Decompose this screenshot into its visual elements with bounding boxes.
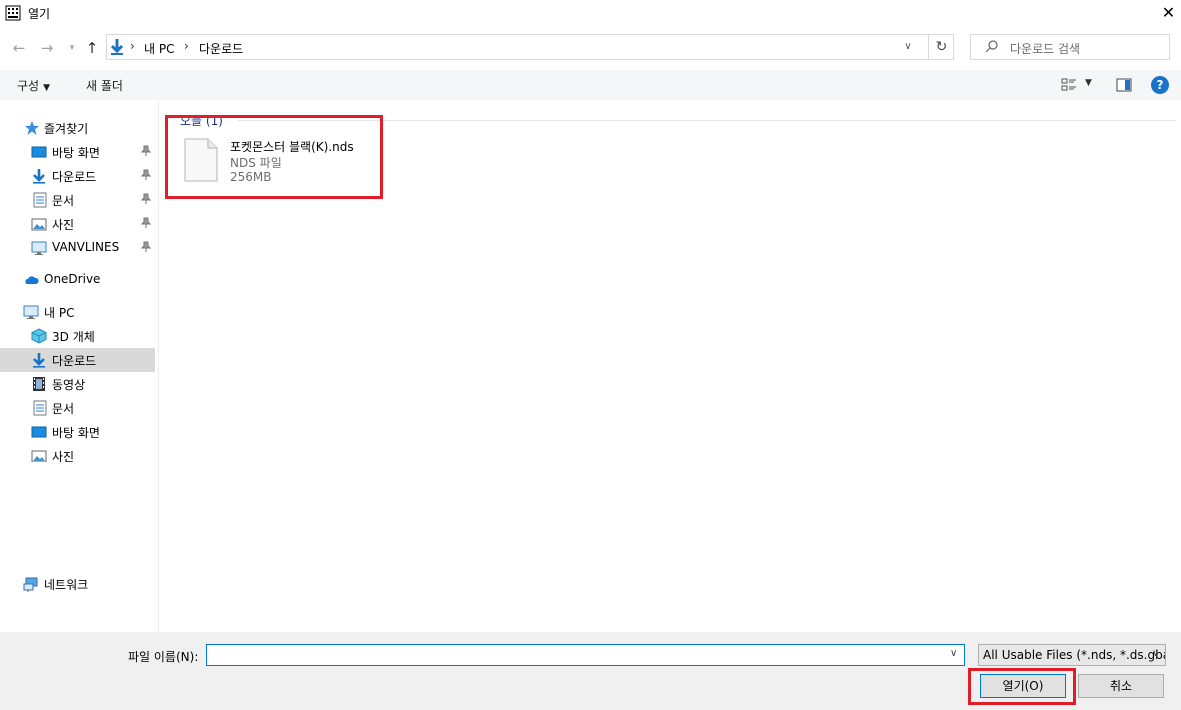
chevron-down-icon: ▼	[43, 83, 51, 93]
sidebar-item-label: 다운로드	[52, 354, 97, 368]
organize-label: 구성	[17, 79, 40, 93]
sidebar-item-desktop-pc[interactable]: 바탕 화면	[0, 420, 155, 444]
sidebar-item-pictures[interactable]: 사진	[0, 444, 155, 462]
up-arrow-icon[interactable]: ↑	[82, 38, 102, 58]
filename-label: 파일 이름(N):	[128, 650, 199, 664]
download-icon	[33, 169, 45, 184]
app-icon	[5, 5, 21, 21]
sidebar-item-label: 사진	[52, 218, 75, 232]
pin-icon[interactable]	[141, 193, 151, 205]
refresh-icon[interactable]: ↻	[928, 34, 954, 60]
sidebar-item-label: 바탕 화면	[52, 146, 100, 160]
open-button-highlight-box	[968, 668, 1076, 705]
filename-dropdown-chevron-icon[interactable]: ∨	[950, 648, 957, 659]
sidebar-item-downloads[interactable]: 다운로드	[0, 348, 155, 372]
star-icon	[25, 121, 39, 135]
pin-icon[interactable]	[141, 169, 151, 181]
sidebar-item-label: 3D 개체	[52, 330, 95, 344]
sidebar-item-network[interactable]: 네트워크	[0, 572, 155, 596]
filename-input[interactable]	[206, 644, 965, 666]
video-icon	[33, 377, 45, 391]
desktop-icon	[31, 146, 47, 158]
sidebar-item-this-pc[interactable]: 내 PC	[0, 300, 155, 324]
pictures-icon	[31, 218, 47, 231]
pin-icon[interactable]	[141, 217, 151, 229]
title-bar	[0, 0, 1181, 26]
back-arrow-icon[interactable]: ←	[9, 38, 29, 58]
recent-locations-chevron-icon[interactable]: ▾	[62, 38, 82, 58]
breadcrumb-separator-icon: ›	[130, 39, 135, 53]
sidebar-item-desktop[interactable]: 바탕 화면	[0, 140, 155, 164]
sidebar-item-documents[interactable]: 문서	[0, 396, 155, 420]
document-icon	[33, 400, 47, 416]
sidebar-item-onedrive[interactable]: OneDrive	[0, 268, 155, 292]
new-folder-button[interactable]: 새 폴더	[86, 77, 123, 94]
network-icon	[23, 577, 38, 592]
command-toolbar	[0, 70, 1181, 100]
sidebar-item-downloads-quick[interactable]: 다운로드	[0, 164, 155, 188]
sidebar-item-label: 즐겨찾기	[44, 122, 89, 136]
sidebar-item-videos[interactable]: 동영상	[0, 372, 155, 396]
download-icon	[33, 353, 45, 368]
forward-arrow-icon[interactable]: →	[37, 38, 57, 58]
sidebar-item-label: 사진	[52, 450, 75, 462]
sidebar-item-label: VANVLINES	[52, 240, 120, 254]
close-icon[interactable]: ✕	[1156, 0, 1181, 26]
help-icon[interactable]: ?	[1151, 76, 1169, 94]
desktop-icon	[31, 426, 47, 438]
sidebar-item-label: OneDrive	[44, 272, 101, 286]
sidebar-item-label: 동영상	[52, 378, 86, 392]
file-highlight-box	[165, 115, 383, 199]
search-placeholder: 다운로드 검색	[1010, 42, 1081, 56]
cube-3d-icon	[31, 328, 47, 344]
sidebar-item-label: 문서	[52, 402, 75, 416]
filter-chevron-down-icon[interactable]: ∨	[1152, 648, 1159, 659]
view-chevron-down-icon[interactable]: ▼	[1085, 78, 1092, 88]
breadcrumb-downloads[interactable]: 다운로드	[199, 40, 243, 57]
preview-pane-icon[interactable]	[1116, 78, 1132, 92]
view-options-icon[interactable]	[1061, 77, 1077, 93]
sidebar-item-label: 내 PC	[44, 306, 75, 320]
sidebar-item-quick-access[interactable]: 즐겨찾기	[0, 116, 155, 140]
sidebar-item-documents-quick[interactable]: 문서	[0, 188, 155, 212]
sidebar-item-pictures-quick[interactable]: 사진	[0, 212, 155, 236]
document-icon	[33, 192, 47, 208]
sidebar-item-3d-objects[interactable]: 3D 개체	[0, 324, 155, 348]
pin-icon[interactable]	[141, 145, 151, 157]
download-folder-icon	[110, 39, 124, 55]
pane-splitter[interactable]	[158, 100, 159, 632]
pictures-icon	[31, 450, 47, 462]
cancel-button[interactable]: 취소	[1078, 674, 1164, 698]
organize-button[interactable]: 구성 ▼	[17, 77, 50, 94]
sidebar-item-label: 문서	[52, 194, 75, 208]
monitor-icon	[31, 241, 47, 255]
sidebar-item-label: 네트워크	[44, 578, 89, 592]
sidebar-item-label: 바탕 화면	[52, 426, 100, 440]
sidebar-item-label: 다운로드	[52, 170, 97, 184]
cloud-icon	[25, 276, 39, 284]
breadcrumb-this-pc[interactable]: 내 PC	[144, 40, 174, 57]
file-type-filter-select[interactable]: All Usable Files (*.nds, *.ds.gba	[978, 644, 1166, 666]
search-icon	[985, 40, 998, 53]
pin-icon[interactable]	[141, 241, 151, 253]
address-dropdown-chevron-icon[interactable]: ∨	[900, 37, 916, 57]
sidebar-item-vanvlines[interactable]: VANVLINES	[0, 236, 155, 260]
breadcrumb-separator-icon: ›	[184, 39, 189, 53]
window-title: 열기	[28, 7, 51, 21]
computer-icon	[23, 305, 39, 319]
